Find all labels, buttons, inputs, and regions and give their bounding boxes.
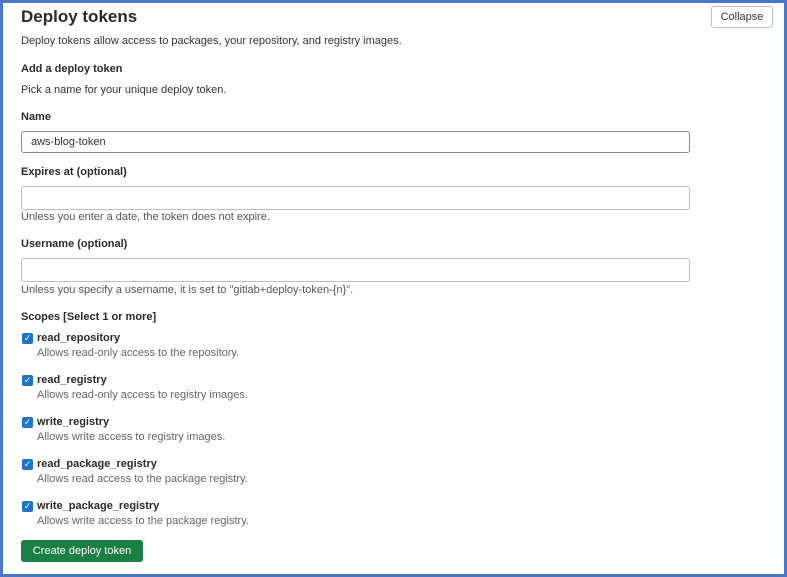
collapse-button[interactable]: Collapse bbox=[711, 6, 773, 28]
username-help: Unless you specify a username, it is set… bbox=[21, 284, 354, 296]
username-label: Username (optional) bbox=[21, 238, 128, 250]
check-icon: ✓ bbox=[23, 333, 32, 343]
check-icon: ✓ bbox=[23, 417, 32, 427]
create-deploy-token-button[interactable]: Create deploy token bbox=[21, 540, 143, 562]
scope-description: Allows write access to the package regis… bbox=[37, 515, 249, 527]
form-subtitle-help: Pick a name for your unique deploy token… bbox=[21, 84, 227, 96]
scope-checkbox-read-registry[interactable]: ✓ bbox=[22, 375, 33, 386]
scope-label[interactable]: read_repository bbox=[37, 332, 120, 344]
check-icon: ✓ bbox=[23, 501, 32, 511]
scope-label[interactable]: write_registry bbox=[37, 416, 109, 428]
scope-label[interactable]: read_package_registry bbox=[37, 458, 157, 470]
scope-description: Allows write access to registry images. bbox=[37, 431, 226, 443]
expires-input[interactable] bbox=[21, 186, 690, 210]
scope-description: Allows read-only access to the repositor… bbox=[37, 347, 240, 359]
scope-label[interactable]: read_registry bbox=[37, 374, 107, 386]
scope-checkbox-write-registry[interactable]: ✓ bbox=[22, 417, 33, 428]
username-input[interactable] bbox=[21, 258, 690, 282]
name-label: Name bbox=[21, 111, 51, 123]
scope-label[interactable]: write_package_registry bbox=[37, 500, 159, 512]
check-icon: ✓ bbox=[23, 459, 32, 469]
scope-description: Allows read access to the package regist… bbox=[37, 473, 248, 485]
check-icon: ✓ bbox=[23, 375, 32, 385]
page-title: Deploy tokens bbox=[21, 7, 138, 26]
form-subtitle: Add a deploy token bbox=[21, 63, 123, 75]
scope-description: Allows read-only access to registry imag… bbox=[37, 389, 248, 401]
name-input[interactable] bbox=[21, 131, 690, 153]
scope-checkbox-write-package-registry[interactable]: ✓ bbox=[22, 501, 33, 512]
scopes-label: Scopes [Select 1 or more] bbox=[21, 311, 157, 323]
scope-checkbox-read-repository[interactable]: ✓ bbox=[22, 333, 33, 344]
expires-help: Unless you enter a date, the token does … bbox=[21, 211, 270, 223]
scope-checkbox-read-package-registry[interactable]: ✓ bbox=[22, 459, 33, 470]
section-description: Deploy tokens allow access to packages, … bbox=[21, 35, 402, 47]
expires-label: Expires at (optional) bbox=[21, 166, 127, 178]
